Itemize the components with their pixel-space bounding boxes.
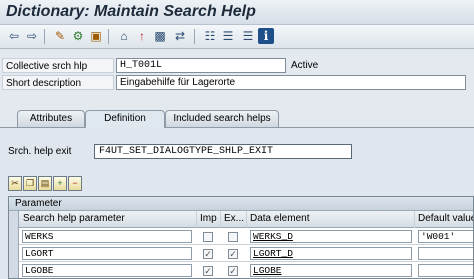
delete-row-icon[interactable]: −: [68, 176, 82, 191]
toolbar-separator: [44, 29, 45, 44]
edit-icon[interactable]: ✎: [52, 28, 68, 44]
column-header-default-value[interactable]: Default value: [415, 211, 473, 228]
back-icon[interactable]: ⇦: [6, 28, 22, 44]
copy-icon[interactable]: ❐: [23, 176, 37, 191]
row-selector[interactable]: [9, 228, 19, 245]
display-icon[interactable]: ☷: [202, 28, 218, 44]
object-list-icon[interactable]: ▣: [88, 28, 104, 44]
column-header-exp[interactable]: Ex...: [221, 211, 247, 228]
parameter-cell[interactable]: LGORT: [22, 247, 192, 260]
status-text: Active: [291, 60, 319, 71]
toolbar-separator: [194, 29, 195, 44]
parameter-cell[interactable]: WERKS: [22, 230, 192, 243]
table-header: Search help parameter Imp Ex... Data ele…: [9, 211, 473, 228]
hierarchy-icon[interactable]: ⇄: [172, 28, 188, 44]
insert-row-icon[interactable]: +: [53, 176, 67, 191]
data-element-cell[interactable]: LGORT_D: [250, 247, 412, 260]
export-checkbox[interactable]: [228, 232, 238, 242]
tab-attributes[interactable]: Attributes: [17, 110, 85, 127]
short-description-label: Short description: [2, 75, 114, 90]
where-used-icon[interactable]: ⌂: [116, 28, 132, 44]
check-icon[interactable]: ↑: [134, 28, 150, 44]
default-value-cell[interactable]: [418, 264, 473, 277]
paste-icon[interactable]: ▤: [38, 176, 52, 191]
row-selector[interactable]: [9, 262, 19, 278]
collective-search-help-field[interactable]: H_T001L: [116, 58, 286, 73]
column-header-imp[interactable]: Imp: [197, 211, 221, 228]
import-checkbox[interactable]: ✓: [203, 249, 213, 259]
list-icon[interactable]: ☰: [220, 28, 236, 44]
import-checkbox[interactable]: ✓: [203, 266, 213, 276]
data-element-cell[interactable]: WERKS_D: [250, 230, 412, 243]
tab-included-search-helps[interactable]: Included search helps: [165, 110, 279, 127]
title-bar: Dictionary: Maintain Search Help: [0, 0, 474, 25]
table-row[interactable]: WERKS WERKS_D 'W001': [9, 228, 473, 245]
parameter-cell[interactable]: LGOBE: [22, 264, 192, 277]
parameter-table: Parameter Search help parameter Imp Ex..…: [8, 196, 474, 279]
export-checkbox[interactable]: ✓: [228, 266, 238, 276]
toolbar-separator: [108, 29, 109, 44]
cut-icon[interactable]: ✂: [8, 176, 22, 191]
table-title: Parameter: [9, 197, 473, 211]
table-row[interactable]: LGOBE ✓ ✓ LGOBE: [9, 262, 473, 278]
forward-icon[interactable]: ⇨: [24, 28, 40, 44]
application-toolbar: ⇦ ⇨ ✎ ⚙ ▣ ⌂ ↑ ▩ ⇄ ☷ ☰ ☰ i: [0, 25, 474, 49]
default-value-cell[interactable]: 'W001': [418, 230, 473, 243]
short-description-field[interactable]: Eingabehilfe für Lagerorte: [116, 75, 466, 90]
info-icon[interactable]: i: [258, 28, 274, 44]
data-element-cell[interactable]: LGOBE: [250, 264, 412, 277]
collective-search-help-label: Collective srch hlp: [2, 58, 114, 73]
search-help-exit-field[interactable]: F4UT_SET_DIALOGTYPE_SHLP_EXIT: [94, 144, 352, 159]
select-all-handle[interactable]: [9, 211, 19, 228]
tab-definition[interactable]: Definition: [85, 110, 165, 128]
default-value-cell[interactable]: [418, 247, 473, 260]
table-row[interactable]: LGORT ✓ ✓ LGORT_D: [9, 245, 473, 262]
layout-icon[interactable]: ☰: [240, 28, 256, 44]
activate-icon[interactable]: ⚙: [70, 28, 86, 44]
search-help-exit-label: Srch. help exit: [8, 146, 72, 157]
column-header-parameter[interactable]: Search help parameter: [20, 211, 197, 228]
import-checkbox[interactable]: [203, 232, 213, 242]
row-selector[interactable]: [9, 245, 19, 262]
window-title: Dictionary: Maintain Search Help: [6, 3, 256, 20]
column-header-data-element[interactable]: Data element: [247, 211, 415, 228]
navigate-icon[interactable]: ▩: [152, 28, 168, 44]
export-checkbox[interactable]: ✓: [228, 249, 238, 259]
